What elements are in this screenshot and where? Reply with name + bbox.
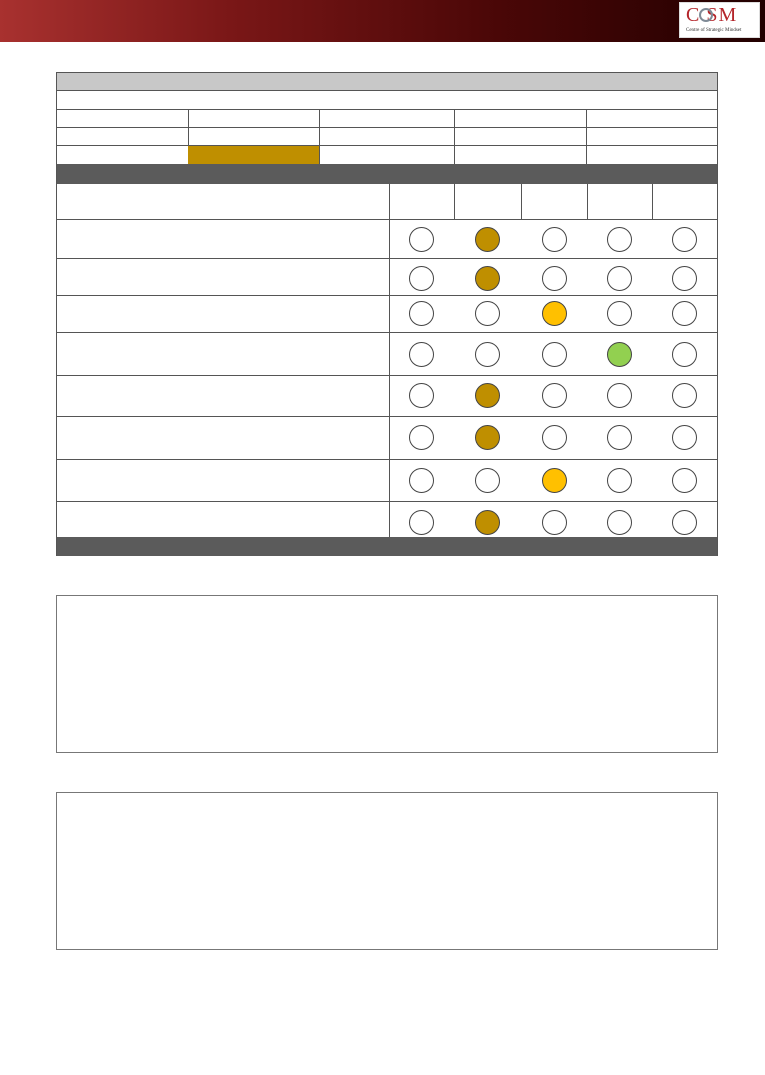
rating-radio-selected[interactable] bbox=[474, 265, 500, 291]
criterion-label bbox=[57, 417, 390, 459]
rating-radio[interactable] bbox=[408, 509, 434, 535]
comments-box-1 bbox=[56, 595, 718, 753]
rating-radio[interactable] bbox=[606, 265, 632, 291]
rating-radio[interactable] bbox=[408, 382, 434, 408]
rating-radio[interactable] bbox=[408, 226, 434, 252]
rating-radio[interactable] bbox=[671, 300, 697, 326]
logo-subtitle: Centre of Strategic Mindset bbox=[686, 28, 742, 33]
table-title-bar bbox=[57, 73, 717, 91]
rating-highlight-cell bbox=[188, 146, 319, 164]
rating-radio[interactable] bbox=[541, 226, 567, 252]
rating-radio[interactable] bbox=[606, 226, 632, 252]
rating-header bbox=[521, 184, 587, 219]
rating-header bbox=[390, 184, 454, 219]
rating-radio[interactable] bbox=[541, 341, 567, 367]
rating-radio[interactable] bbox=[408, 467, 434, 493]
rating-radio[interactable] bbox=[671, 341, 697, 367]
rating-header bbox=[587, 184, 652, 219]
criterion-label bbox=[57, 333, 390, 375]
rating-radio[interactable] bbox=[474, 300, 500, 326]
criterion-label bbox=[57, 220, 390, 258]
table-footer-bar bbox=[57, 537, 717, 556]
rating-radio[interactable] bbox=[474, 467, 500, 493]
rating-radio[interactable] bbox=[671, 226, 697, 252]
rating-radio[interactable] bbox=[474, 341, 500, 367]
rating-radio[interactable] bbox=[606, 382, 632, 408]
header-banner: C SM Centre of Strategic Mindset bbox=[0, 0, 765, 42]
criteria-header bbox=[57, 184, 390, 219]
rating-radio[interactable] bbox=[408, 300, 434, 326]
rating-radio[interactable] bbox=[541, 382, 567, 408]
rating-radio[interactable] bbox=[671, 265, 697, 291]
rating-radio[interactable] bbox=[408, 265, 434, 291]
rating-radio-selected[interactable] bbox=[474, 382, 500, 408]
rating-radio[interactable] bbox=[408, 424, 434, 450]
rating-radio[interactable] bbox=[671, 467, 697, 493]
section-header-bar bbox=[57, 164, 717, 184]
rating-header bbox=[652, 184, 717, 219]
rating-radio[interactable] bbox=[541, 424, 567, 450]
criterion-label bbox=[57, 502, 390, 537]
rating-radio[interactable] bbox=[606, 300, 632, 326]
rating-radio[interactable] bbox=[606, 424, 632, 450]
criterion-label bbox=[57, 376, 390, 416]
logo-ring-icon bbox=[699, 8, 713, 22]
rating-header bbox=[454, 184, 521, 219]
rating-radio[interactable] bbox=[408, 341, 434, 367]
rating-radio-selected[interactable] bbox=[474, 226, 500, 252]
comments-box-2 bbox=[56, 792, 718, 950]
rating-radio[interactable] bbox=[541, 265, 567, 291]
assessment-table bbox=[56, 72, 718, 556]
rating-radio-selected[interactable] bbox=[541, 300, 567, 326]
rating-radio[interactable] bbox=[671, 382, 697, 408]
rating-radio[interactable] bbox=[606, 509, 632, 535]
rating-radio-selected[interactable] bbox=[541, 467, 567, 493]
rating-radio-selected[interactable] bbox=[474, 509, 500, 535]
rating-radio[interactable] bbox=[541, 509, 567, 535]
cosm-logo: C SM Centre of Strategic Mindset bbox=[679, 2, 760, 38]
criterion-label bbox=[57, 460, 390, 501]
criterion-label bbox=[57, 296, 390, 332]
rating-radio-selected[interactable] bbox=[606, 341, 632, 367]
rating-radio[interactable] bbox=[606, 467, 632, 493]
rating-radio-selected[interactable] bbox=[474, 424, 500, 450]
rating-radio[interactable] bbox=[671, 509, 697, 535]
criterion-label bbox=[57, 259, 390, 295]
rating-radio[interactable] bbox=[671, 424, 697, 450]
